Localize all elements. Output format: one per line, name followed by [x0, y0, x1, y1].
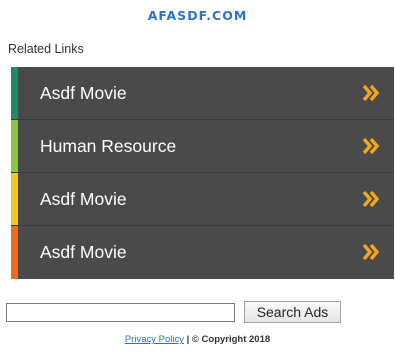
related-link-asdf-movie-2[interactable]: Asdf Movie — [11, 173, 394, 226]
accent-bar — [11, 67, 18, 119]
related-link-label: Asdf Movie — [40, 242, 127, 262]
accent-bar — [11, 173, 18, 225]
search-input[interactable] — [6, 303, 235, 322]
related-links-heading: Related Links — [8, 42, 84, 56]
related-link-asdf-movie-3[interactable]: Asdf Movie — [11, 226, 394, 279]
related-link-human-resource[interactable]: Human Resource — [11, 120, 394, 173]
footer-separator: | — [183, 334, 192, 345]
accent-bar — [11, 120, 18, 172]
related-link-asdf-movie-1[interactable]: Asdf Movie — [11, 67, 394, 120]
search-ads-button[interactable]: Search Ads — [244, 301, 341, 323]
copyright-text: © Copyright 2018 — [191, 334, 271, 345]
double-chevron-right-icon — [362, 137, 380, 155]
accent-bar — [11, 226, 18, 279]
related-link-label: Asdf Movie — [40, 83, 127, 103]
double-chevron-right-icon — [362, 243, 380, 261]
double-chevron-right-icon — [362, 190, 380, 208]
related-link-label: Human Resource — [40, 136, 177, 156]
related-links-list: Asdf Movie Human Resource Asdf Movie Asd… — [11, 67, 394, 279]
double-chevron-right-icon — [362, 84, 380, 102]
related-link-label: Asdf Movie — [40, 189, 127, 209]
site-title: AFASDF.COM — [147, 8, 248, 23]
footer: Privacy Policy | © Copyright 2018 — [0, 334, 395, 345]
privacy-policy-link[interactable]: Privacy Policy — [125, 334, 184, 345]
